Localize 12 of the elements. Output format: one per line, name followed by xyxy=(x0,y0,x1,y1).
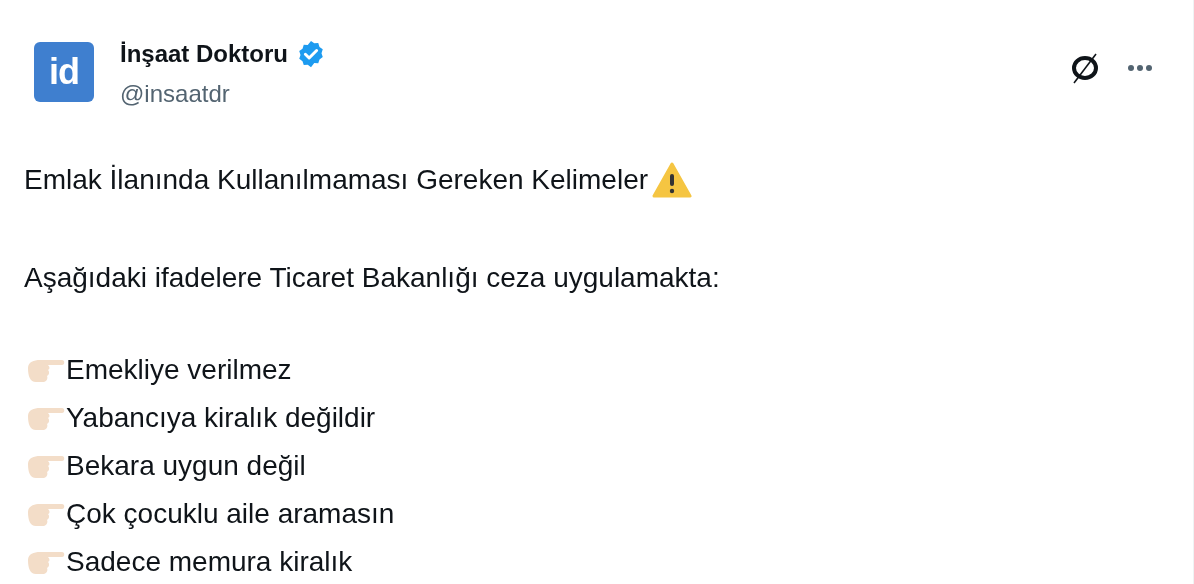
tweet-title: Emlak İlanında Kullanılmaması Gereken Kelimeler xyxy=(24,163,649,197)
warning-icon xyxy=(652,162,693,198)
list-item-text: Bekara uygun değil xyxy=(66,449,306,483)
list-item-text: Emekliye verilmez xyxy=(66,353,292,387)
author-name[interactable]: İnşaat Doktoru xyxy=(120,36,289,72)
avatar[interactable]: id xyxy=(34,42,94,102)
author-handle[interactable]: @insaatdr xyxy=(120,76,327,112)
tweet-intro: Aşağıdaki ifadelere Ticaret Bakanlığı ceza uygulamakta: xyxy=(24,261,721,295)
list-item-text: Çok çocuklu aile aramasın xyxy=(66,497,395,531)
more-options-icon[interactable] xyxy=(1127,64,1153,72)
list-item-text: Sadece memura kiralık xyxy=(66,545,353,579)
list-item-text: Yabancıya kiralık değildir xyxy=(66,401,376,435)
